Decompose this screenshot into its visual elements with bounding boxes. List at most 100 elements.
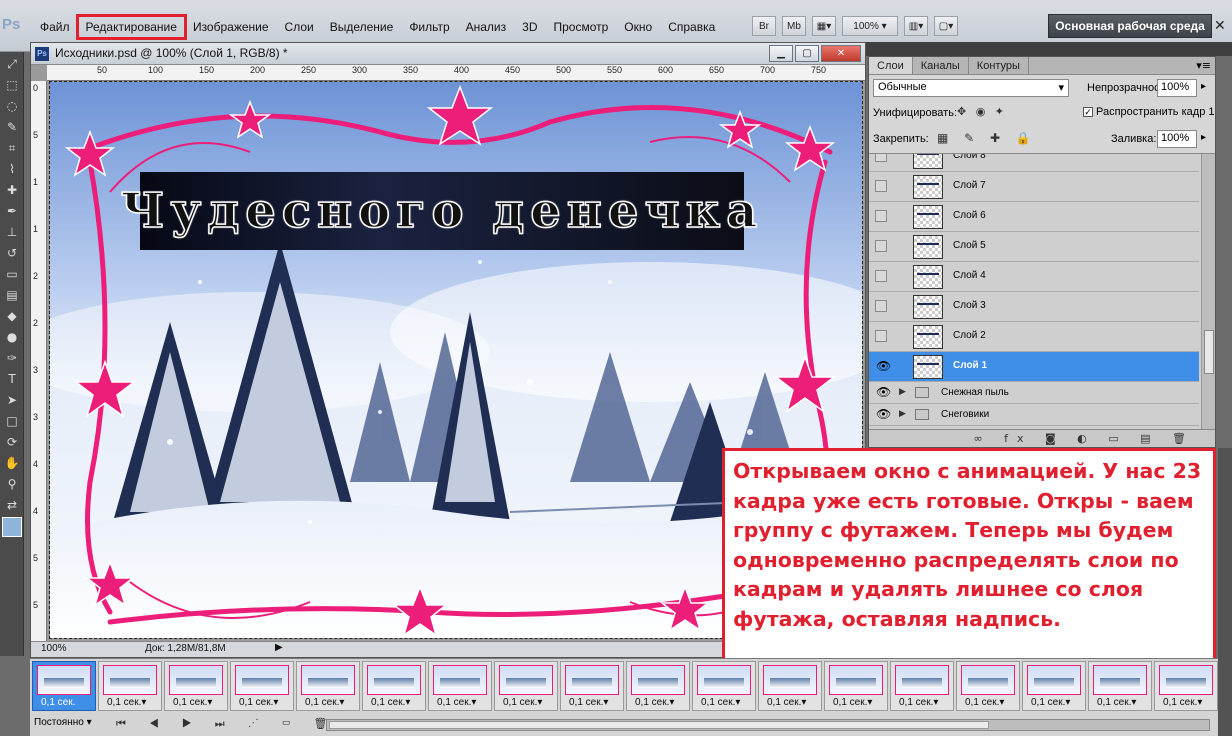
menu-item-11[interactable]: Справка [660, 16, 723, 38]
menu-item-3[interactable]: Изображение [185, 16, 277, 38]
animation-frame[interactable]: 0,1 сек.▾ [1022, 661, 1086, 711]
animation-frame[interactable]: 0,1 сек.▾ [428, 661, 492, 711]
panel-menu-icon[interactable]: ▾≡ [1196, 59, 1211, 72]
timeline-scroll-thumb[interactable] [329, 721, 989, 729]
fill-field[interactable]: 100% [1157, 130, 1197, 148]
animation-frame[interactable]: 0,1 сек.▾ [956, 661, 1020, 711]
marquee-tool-icon[interactable]: ⬚ [2, 76, 22, 94]
menu-item-9[interactable]: Просмотр [545, 16, 616, 38]
timeline-scrollbar[interactable] [326, 719, 1210, 731]
panel-tab-2[interactable]: Каналы [913, 57, 969, 74]
animation-frame[interactable]: 0,1 сек.▾ [296, 661, 360, 711]
bridge-button[interactable]: Br [752, 16, 776, 36]
frame-delay[interactable]: 0,1 сек.▾ [173, 697, 212, 708]
visibility-eye-icon[interactable] [875, 270, 887, 282]
animation-frame[interactable]: 0,1 сек.▾ [692, 661, 756, 711]
propagate-frame-checkbox[interactable]: ✓ Распространить кадр 1 [1083, 106, 1214, 118]
extras-icon[interactable]: ▦▾ [812, 16, 836, 36]
swap-colors-icon[interactable]: ⇄ [2, 496, 22, 514]
animation-frame[interactable]: 0,1 сек.▾ [98, 661, 162, 711]
menu-item-7[interactable]: Анализ [458, 16, 515, 38]
screen-mode-icon[interactable]: ▢▾ [934, 16, 958, 36]
crop-tool-icon[interactable]: ⌗ [2, 139, 22, 157]
layer-scroll-thumb[interactable] [1204, 330, 1214, 374]
type-tool-icon[interactable]: T [2, 370, 22, 388]
visibility-eye-icon[interactable] [875, 154, 887, 162]
layer-row[interactable]: Слой 4 [869, 262, 1199, 292]
animation-frame[interactable]: 0,1 сек.▾ [164, 661, 228, 711]
animation-frame[interactable]: 0,1 сек.▾ [560, 661, 624, 711]
animation-frame[interactable]: 0,1 сек. [32, 661, 96, 711]
visibility-eye-icon[interactable] [875, 300, 887, 312]
layer-row[interactable]: Слой 5 [869, 232, 1199, 262]
layer-group-row[interactable]: 👁 ▶ Снеговики [869, 404, 1199, 426]
menu-item-1[interactable]: Файл [32, 16, 78, 38]
checkbox-check-icon[interactable]: ✓ [1083, 107, 1093, 117]
eraser-tool-icon[interactable]: ▭ [2, 265, 22, 283]
frame-delay[interactable]: 0,1 сек.▾ [1031, 697, 1070, 708]
move-tool-icon[interactable]: ⤢ [2, 55, 22, 73]
workspace-button[interactable]: Основная рабочая среда [1048, 14, 1212, 38]
visibility-eye-icon[interactable]: 👁 [875, 360, 891, 372]
frame-delay[interactable]: 0,1 сек.▾ [371, 697, 410, 708]
mini-bridge-button[interactable]: Mb [782, 16, 806, 36]
shape-tool-icon[interactable]: □ [2, 412, 22, 430]
blend-mode-select[interactable]: Обычные [873, 79, 1069, 97]
menu-item-8[interactable]: 3D [514, 16, 545, 38]
path-select-icon[interactable]: ➤ [2, 391, 22, 409]
menu-item-5[interactable]: Выделение [322, 16, 402, 38]
fill-arrow-icon[interactable]: ▸ [1201, 132, 1206, 143]
expand-triangle-icon[interactable]: ▶ [899, 409, 906, 419]
frame-delay[interactable]: 0,1 сек.▾ [1163, 697, 1202, 708]
frame-delay[interactable]: 0,1 сек.▾ [767, 697, 806, 708]
color-swatch[interactable] [2, 517, 22, 537]
lasso-tool-icon[interactable]: ◌ [2, 97, 22, 115]
lock-icons[interactable]: ▦ ✎ ✚ 🔒 [937, 131, 1037, 145]
stamp-tool-icon[interactable]: ⊥ [2, 223, 22, 241]
frame-delay[interactable]: 0,1 сек.▾ [833, 697, 872, 708]
blur-tool-icon[interactable]: ◆ [2, 307, 22, 325]
close-icon[interactable]: ✕ [1214, 18, 1226, 34]
layer-row[interactable]: Слой 7 [869, 172, 1199, 202]
gradient-tool-icon[interactable]: ▤ [2, 286, 22, 304]
zoom-select[interactable]: 100% ▾ [842, 16, 898, 36]
visibility-eye-icon[interactable] [875, 330, 887, 342]
layer-row[interactable]: Слой 6 [869, 202, 1199, 232]
layer-group-row[interactable]: 👁 ▶ Снежная пыль [869, 382, 1199, 404]
frame-delay[interactable]: 0,1 сек.▾ [569, 697, 608, 708]
frame-delay[interactable]: 0,1 сек.▾ [239, 697, 278, 708]
close-document-icon[interactable]: ✕ [821, 45, 861, 62]
history-brush-icon[interactable]: ↺ [2, 244, 22, 262]
minimize-icon[interactable]: ▁ [769, 45, 793, 62]
frame-delay[interactable]: 0,1 сек.▾ [503, 697, 542, 708]
layer-row[interactable]: Слой 8 [869, 154, 1199, 172]
frame-delay[interactable]: 0,1 сек.▾ [437, 697, 476, 708]
loop-select[interactable]: Постоянно ▾ [34, 717, 92, 728]
arrange-icon[interactable]: ▥▾ [904, 16, 928, 36]
visibility-eye-icon[interactable]: 👁 [875, 408, 891, 420]
visibility-eye-icon[interactable] [875, 210, 887, 222]
hand-tool-icon[interactable]: ✋ [2, 454, 22, 472]
dodge-tool-icon[interactable]: ● [2, 328, 22, 346]
visibility-eye-icon[interactable] [875, 240, 887, 252]
animation-frame[interactable]: 0,1 сек.▾ [626, 661, 690, 711]
3d-rotate-icon[interactable]: ⟳ [2, 433, 22, 451]
layer-row[interactable]: 👁 Слой 1 [869, 352, 1199, 382]
layer-action-icons[interactable]: ∞ fx ◙ ◐ ▭ ▤ 🗑 [973, 432, 1195, 445]
layer-list-scrollbar[interactable] [1201, 154, 1215, 429]
playback-controls[interactable]: ⏮ ◀ ▶ ⏭ ⋰ ▭ 🗑 [116, 717, 338, 731]
visibility-eye-icon[interactable] [875, 180, 887, 192]
panel-tab-1[interactable]: Слои [869, 57, 913, 74]
panel-tab-3[interactable]: Контуры [969, 57, 1029, 74]
animation-frame[interactable]: 0,1 сек.▾ [890, 661, 954, 711]
quick-select-tool-icon[interactable]: ✎ [2, 118, 22, 136]
animation-frame[interactable]: 0,1 сек.▾ [824, 661, 888, 711]
menu-item-10[interactable]: Окно [616, 16, 660, 38]
frame-delay[interactable]: 0,1 сек.▾ [899, 697, 938, 708]
eyedropper-tool-icon[interactable]: ⌇ [2, 160, 22, 178]
zoom-status[interactable]: 100% [41, 643, 67, 654]
layer-row[interactable]: Слой 2 [869, 322, 1199, 352]
animation-frame[interactable]: 0,1 сек.▾ [230, 661, 294, 711]
status-menu-arrow-icon[interactable]: ▶ [275, 642, 283, 653]
unify-icons[interactable]: ✥ ◉ ✦ [957, 105, 1007, 118]
